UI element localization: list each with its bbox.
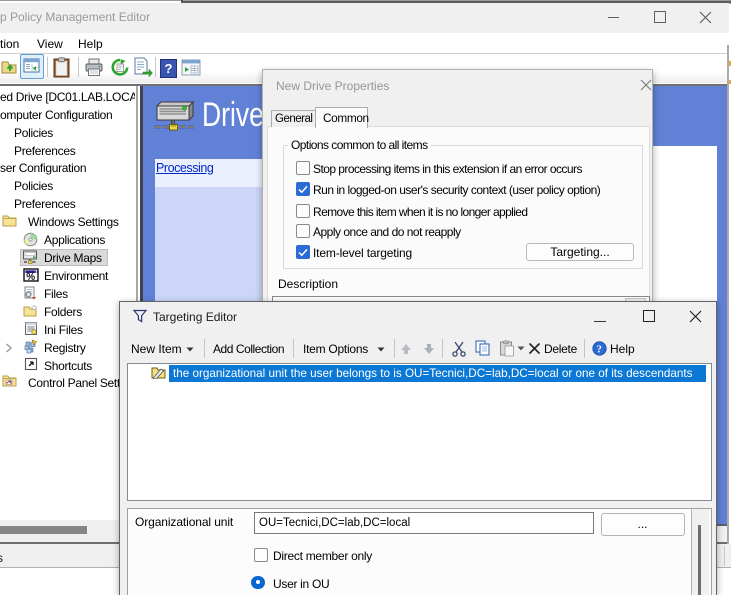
svg-text:?: ? <box>597 344 602 355</box>
svg-text:%: % <box>26 272 35 282</box>
